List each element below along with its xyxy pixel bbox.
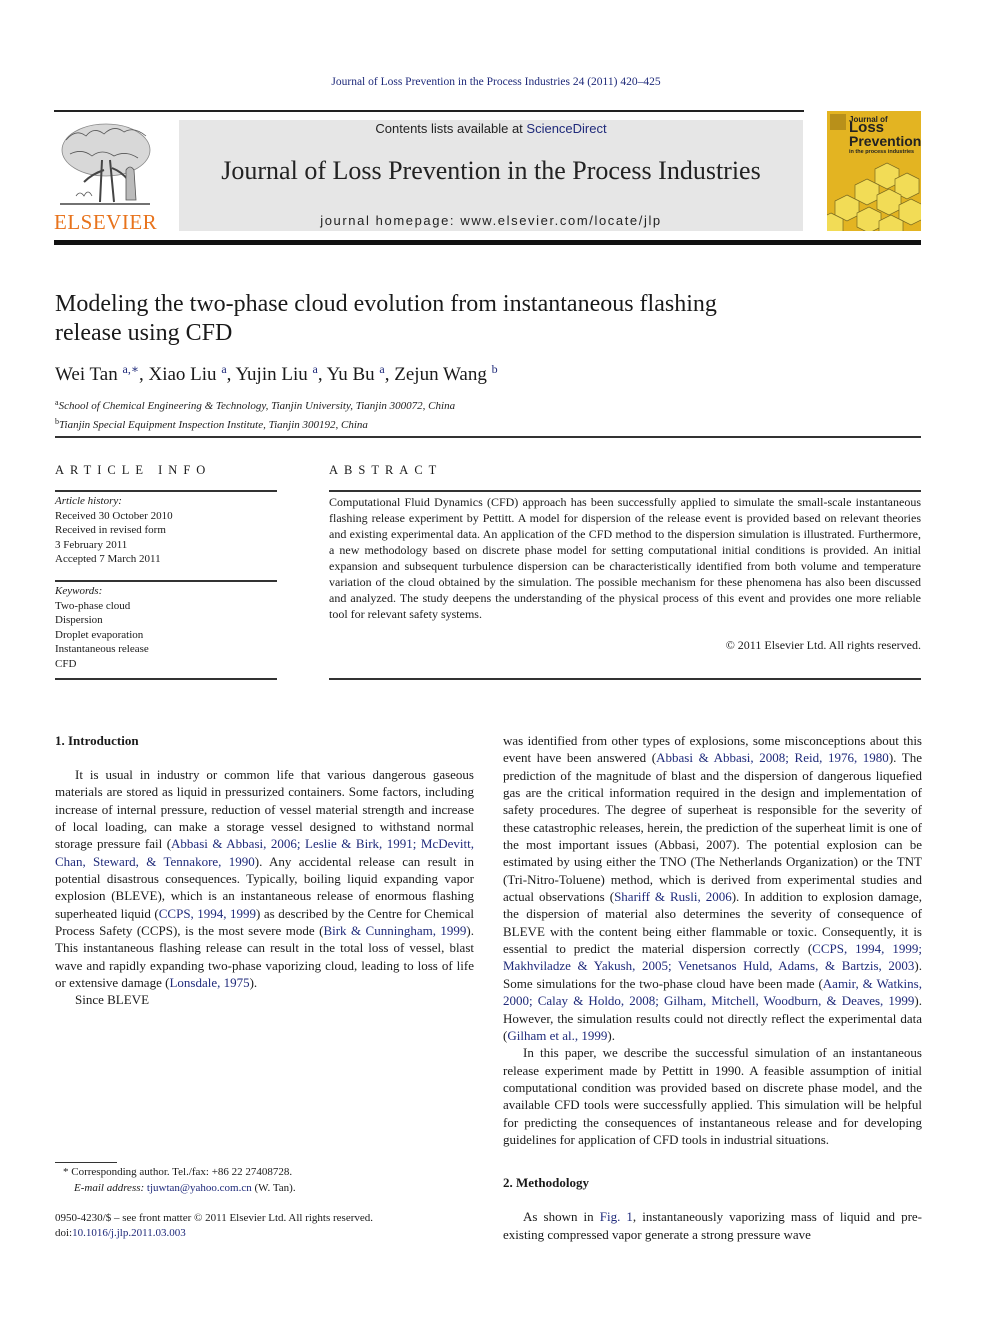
author-affiliation-mark[interactable]: a — [313, 362, 318, 376]
author-list: Wei Tan a,∗, Xiao Liu a, Yujin Liu a, Yu… — [55, 362, 498, 385]
journal-masthead: Contents lists available at ScienceDirec… — [179, 120, 803, 231]
journal-homepage[interactable]: journal homepage: www.elsevier.com/locat… — [179, 213, 803, 228]
citation-link[interactable]: CCPS, 1994, 1999 — [159, 906, 256, 921]
paragraph: In this paper, we describe the successfu… — [503, 1045, 922, 1147]
article-info-rule — [55, 490, 277, 492]
author-name: Yujin Liu — [235, 364, 308, 385]
contents-line: Contents lists available at ScienceDirec… — [179, 121, 803, 136]
affiliation: aSchool of Chemical Engineering & Techno… — [55, 395, 455, 414]
header-thick-rule — [54, 240, 921, 245]
journal-title: Journal of Loss Prevention in the Proces… — [221, 156, 761, 185]
keywords-heading: Keywords: — [55, 585, 103, 597]
footnote-rule — [55, 1162, 117, 1163]
citation-link[interactable]: Lonsdale, 1975 — [169, 975, 249, 990]
keyword: Dispersion — [55, 614, 103, 626]
footnotes: * Corresponding author. Tel./fax: +86 22… — [63, 1164, 296, 1196]
affiliation-text: School of Chemical Engineering & Technol… — [58, 400, 456, 412]
author-name: Yu Bu — [326, 364, 375, 385]
body-column-right: was identified from other types of explo… — [503, 732, 922, 1243]
article-history: Article history: Received 30 October 201… — [55, 494, 277, 567]
section-heading-introduction: 1. Introduction — [55, 733, 139, 748]
affiliation-text: Tianjin Special Equipment Inspection Ins… — [59, 419, 368, 431]
journal-cover-thumbnail[interactable]: Journal of Loss Prevention in the proces… — [827, 111, 921, 231]
email-link[interactable]: tjuwtan@yahoo.com.cn — [147, 1182, 252, 1194]
elsevier-wordmark: ELSEVIER — [54, 210, 158, 234]
cover-line4: in the process industries — [849, 149, 915, 155]
front-matter-line: 0950-4230/$ – see front matter © 2011 El… — [55, 1212, 374, 1224]
author-affiliation-mark[interactable]: a — [221, 362, 226, 376]
doi-label: doi: — [55, 1227, 73, 1239]
doi-link[interactable]: 10.1016/j.jlp.2011.03.003 — [72, 1227, 186, 1239]
doi-line: doi:10.1016/j.jlp.2011.03.003 — [55, 1226, 373, 1241]
author[interactable]: Xiao Liu a — [148, 362, 226, 385]
body-column-left: 1. Introduction It is usual in industry … — [55, 732, 474, 1009]
section-heading-methodology: 2. Methodology — [503, 1175, 589, 1191]
author-affiliation-mark[interactable]: a — [379, 362, 384, 376]
author-name: Zejun Wang — [394, 364, 487, 385]
front-matter: 0950-4230/$ – see front matter © 2011 El… — [55, 1211, 373, 1241]
keywords: Keywords: Two-phase cloud Dispersion Dro… — [55, 584, 277, 671]
header-rule — [54, 110, 804, 112]
paragraph: As shown in Fig. 1, instantaneously vapo… — [503, 1209, 922, 1242]
contents-prefix: Contents lists available at — [375, 121, 527, 136]
keyword: Instantaneous release — [55, 643, 149, 655]
abstract-text: Computational Fluid Dynamics (CFD) appro… — [329, 495, 921, 621]
citation-link[interactable]: Birk & Cunningham, 1999 — [323, 923, 466, 938]
history-entry: Received in revised form — [55, 524, 166, 536]
citation-link[interactable]: Abbasi & Abbasi, 2008; Reid, 1976, 1980 — [656, 750, 889, 765]
author[interactable]: Zejun Wang b — [394, 362, 498, 385]
journal-citation[interactable]: Journal of Loss Prevention in the Proces… — [0, 76, 992, 88]
elsevier-tree-icon — [60, 123, 151, 205]
author[interactable]: Yu Bu a — [326, 362, 385, 385]
citation-link[interactable]: Gilham et al., 1999 — [507, 1028, 607, 1043]
author[interactable]: Wei Tan a,∗ — [55, 362, 139, 385]
keywords-rule — [55, 580, 277, 582]
citation-link[interactable]: Shariff & Rusli, 2006 — [614, 889, 732, 904]
email-label: E-mail address: — [74, 1182, 147, 1194]
article-info-bottom-rule — [55, 678, 277, 680]
title-divider — [55, 436, 921, 438]
cover-emblem-icon — [830, 114, 846, 130]
corresponding-author-note: * Corresponding author. Tel./fax: +86 22… — [63, 1166, 293, 1178]
citation-link[interactable]: CCPS, 1994, 1999; Makhviladze & Yakush, … — [503, 941, 922, 973]
abstract-heading: ABSTRACT — [329, 463, 443, 477]
citation-link[interactable]: Abbasi & Abbasi, 2006; Leslie & Birk, 19… — [55, 836, 474, 868]
paragraph: Since BLEVE — [75, 992, 150, 1008]
abstract-rule — [329, 490, 921, 492]
author-name: Xiao Liu — [148, 364, 217, 385]
author-affiliation-mark[interactable]: a,∗ — [123, 362, 139, 376]
affiliation: bTianjin Special Equipment Inspection In… — [55, 414, 455, 433]
article-history-heading: Article history: — [55, 495, 122, 507]
citation-link[interactable]: Fig. 1 — [600, 1209, 633, 1224]
citation-link[interactable]: Aamir, & Watkins, 2000; Calay & Holdo, 2… — [503, 976, 922, 1008]
author[interactable]: Yujin Liu a — [235, 362, 318, 385]
sciencedirect-link[interactable]: ScienceDirect — [526, 121, 606, 136]
history-entry: 3 February 2011 — [55, 538, 128, 551]
article-info-heading: ARTICLE INFO — [55, 463, 212, 477]
history-entry: Received 30 October 2010 — [55, 509, 173, 522]
elsevier-logo[interactable]: ELSEVIER — [54, 120, 158, 234]
keyword: Droplet evaporation — [55, 628, 144, 641]
keyword: Two-phase cloud — [55, 599, 131, 612]
affiliations: aSchool of Chemical Engineering & Techno… — [55, 395, 455, 433]
keyword: CFD — [55, 657, 77, 670]
abstract-copyright: © 2011 Elsevier Ltd. All rights reserved… — [725, 638, 921, 652]
author-affiliation-mark[interactable]: b — [492, 362, 498, 376]
paragraph: It is usual in industry or common life t… — [55, 767, 474, 991]
history-entry: Accepted 7 March 2011 — [55, 553, 161, 565]
cover-line3: Prevention — [849, 133, 921, 149]
cover-hexagon-pattern-icon — [827, 162, 921, 231]
paragraph-continued: was identified from other types of explo… — [503, 733, 923, 1043]
email-note: E-mail address: tjuwtan@yahoo.com.cn (W.… — [63, 1180, 296, 1196]
author-name: Wei Tan — [55, 364, 118, 385]
article-title: Modeling the two-phase cloud evolution f… — [55, 291, 717, 346]
email-suffix: (W. Tan). — [251, 1182, 296, 1194]
abstract-bottom-rule — [329, 678, 921, 680]
